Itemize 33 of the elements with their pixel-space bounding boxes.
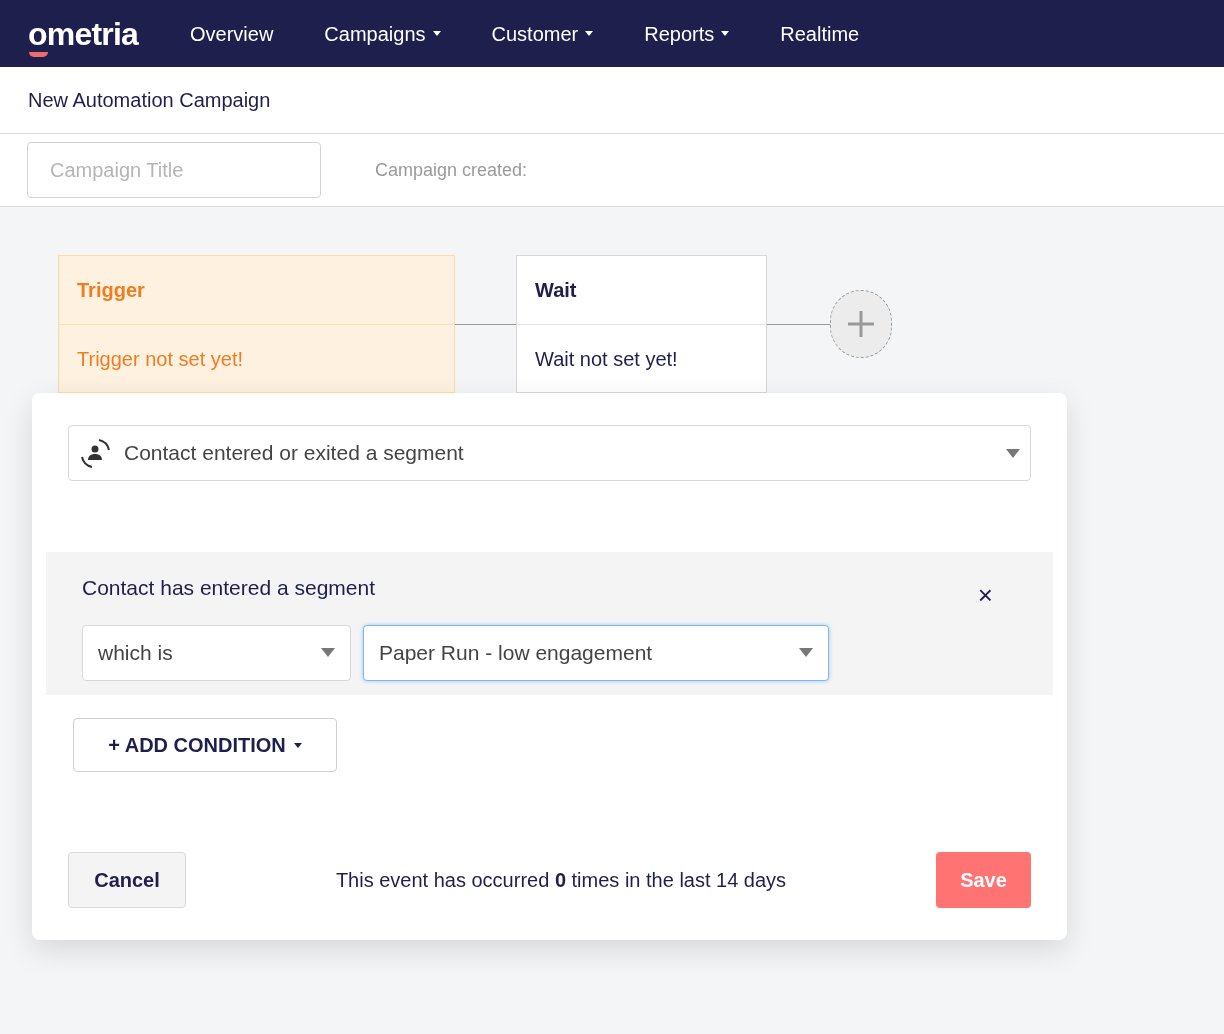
- caret-icon: [799, 648, 813, 657]
- caret-icon: [293, 742, 302, 748]
- nav-link[interactable]: Overview: [190, 18, 274, 49]
- logo-smile-icon: [29, 51, 48, 57]
- nav-link[interactable]: Reports: [644, 18, 730, 49]
- event-count-text: This event has occurred 0 times in the last 14 days: [335, 868, 787, 893]
- logo[interactable]: ometria: [28, 17, 138, 50]
- node-status: Trigger not set yet!: [77, 347, 243, 372]
- caret-icon: [321, 648, 335, 657]
- event-select[interactable]: Contact entered or exited a segment: [68, 425, 1031, 481]
- person-cycle-icon: [79, 436, 112, 470]
- close-button[interactable]: ×: [977, 582, 993, 608]
- node-title: Trigger: [77, 278, 145, 303]
- segment-select[interactable]: Paper Run - low engagement: [363, 624, 829, 681]
- caret-icon: [721, 31, 730, 36]
- page-title: New Automation Campaign: [28, 88, 271, 113]
- node-title: Wait: [535, 278, 577, 303]
- event-select-value: Contact entered or exited a segment: [124, 440, 465, 467]
- workflow-node[interactable]: Wait Wait not set yet!: [516, 255, 767, 393]
- caret-icon: [1006, 448, 1020, 458]
- node-status: Wait not set yet!: [535, 347, 678, 372]
- campaign-title-field[interactable]: Campaign Title: [27, 142, 321, 198]
- nav-link[interactable]: Realtime: [780, 18, 860, 49]
- cancel-button[interactable]: Cancel: [68, 852, 186, 908]
- plus-icon: [848, 311, 874, 337]
- campaign-created-label: Campaign created:: [375, 158, 528, 182]
- operator-select[interactable]: which is: [82, 624, 351, 681]
- nav-link[interactable]: Campaigns: [324, 18, 441, 49]
- condition-title: Contact has entered a segment: [82, 575, 375, 601]
- nav-link[interactable]: Customer: [491, 18, 594, 49]
- caret-icon: [432, 31, 441, 36]
- caret-icon: [585, 31, 594, 36]
- add-condition-button[interactable]: + ADD CONDITION: [73, 718, 337, 772]
